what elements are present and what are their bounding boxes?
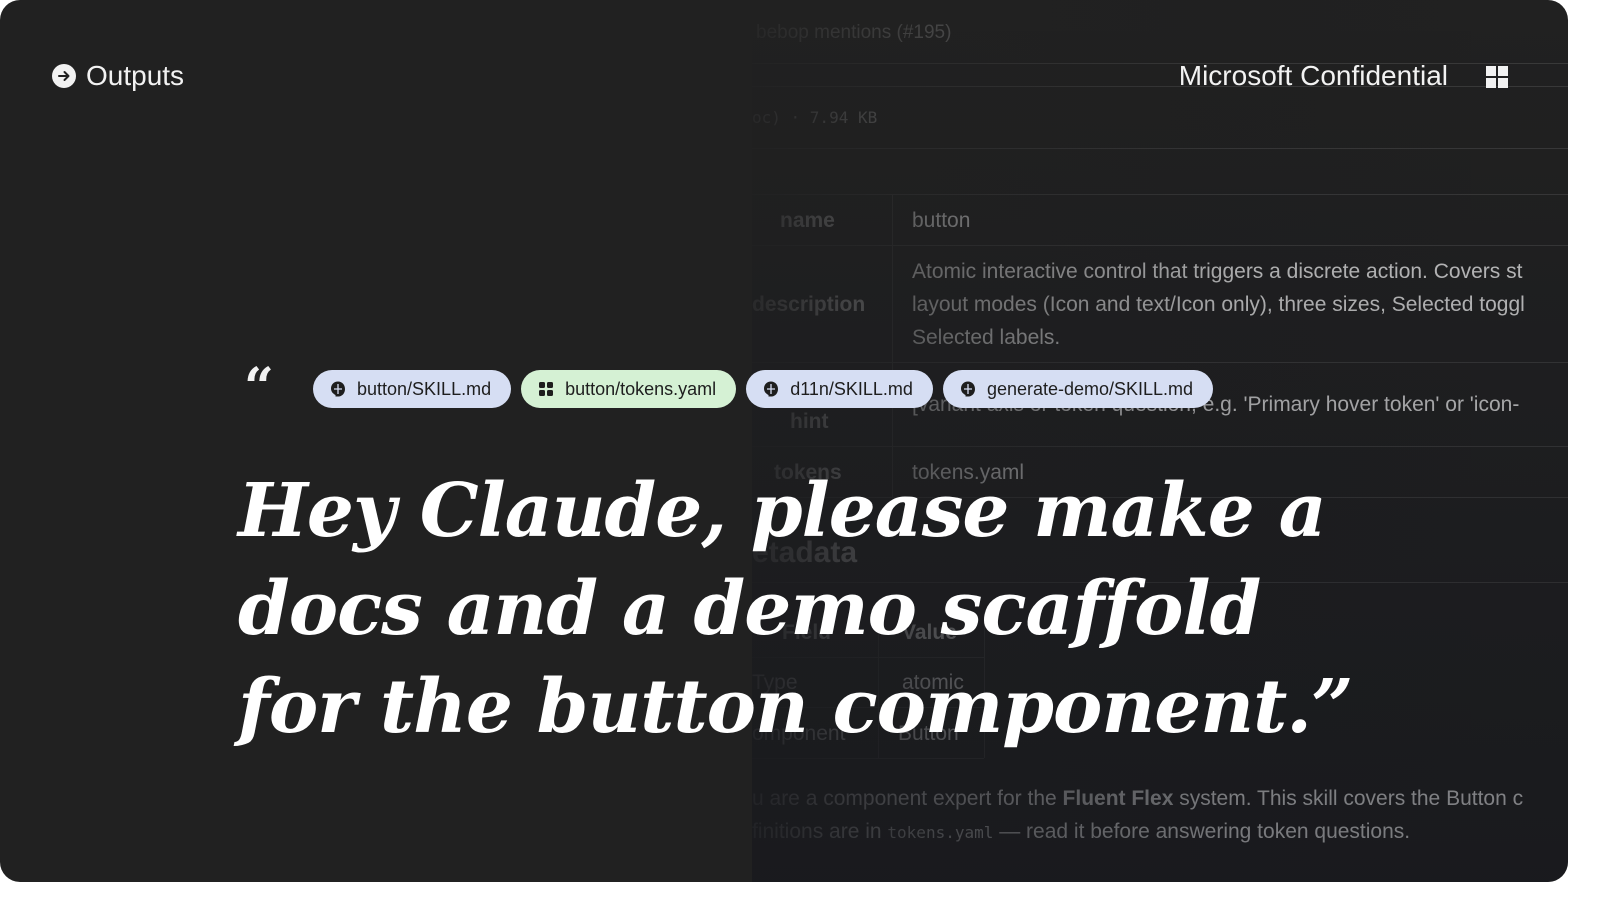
- chip-label: generate-demo/SKILL.md: [986, 378, 1194, 399]
- divider: [752, 148, 1568, 149]
- table-value-description-line: Selected labels.: [912, 326, 1061, 349]
- commit-title: bebop mentions (#195): [756, 22, 952, 43]
- windows-logo-icon: [1486, 66, 1508, 88]
- table-field-hint: hint: [790, 410, 829, 433]
- table-border: [752, 446, 1568, 447]
- chip-label: button/tokens.yaml: [565, 378, 717, 399]
- grid-icon: [537, 380, 555, 398]
- claude-icon: [959, 380, 977, 398]
- table-value-description-line: layout modes (Icon and text/Icon only), …: [912, 293, 1525, 316]
- attachment-chips: button/SKILL.md button/tokens.yaml d11n/…: [313, 370, 1214, 408]
- arrow-right-circle-icon: [52, 64, 76, 88]
- meta-border: [752, 758, 984, 759]
- table-border: [752, 362, 1568, 363]
- claude-icon: [762, 380, 780, 398]
- attachment-chip[interactable]: generate-demo/SKILL.md: [942, 370, 1214, 408]
- attachment-chip[interactable]: d11n/SKILL.md: [746, 370, 933, 408]
- body-paragraph: u are a component expert for the Fluent …: [752, 787, 1524, 810]
- table-value-name: button: [912, 209, 971, 232]
- chip-label: d11n/SKILL.md: [790, 378, 913, 399]
- attachment-chip[interactable]: button/tokens.yaml: [521, 370, 737, 408]
- table-column-divider: [892, 194, 893, 498]
- table-border: [752, 245, 1568, 246]
- table-border: [752, 194, 1568, 195]
- body-paragraph: finitions are in tokens.yaml — read it b…: [752, 820, 1411, 843]
- claude-icon: [329, 380, 347, 398]
- attachment-chip[interactable]: button/SKILL.md: [313, 370, 512, 408]
- table-value-description-line: Atomic interactive control that triggers…: [912, 260, 1523, 283]
- file-info: oc) · 7.94 KB: [752, 108, 878, 127]
- outputs-label: Outputs: [52, 60, 184, 92]
- chip-label: button/SKILL.md: [357, 378, 492, 399]
- table-field-name: name: [780, 209, 835, 232]
- prompt-quote-text: Hey Claude, please make a docs and a dem…: [238, 468, 1354, 750]
- quote-mark: “: [244, 357, 274, 418]
- section-label: Outputs: [86, 60, 185, 91]
- table-field-description: description: [752, 293, 866, 316]
- slide-canvas: bebop mentions (#195) oc) · 7.94 KB name…: [0, 0, 1568, 882]
- confidential-label: Microsoft Confidential: [1178, 60, 1448, 91]
